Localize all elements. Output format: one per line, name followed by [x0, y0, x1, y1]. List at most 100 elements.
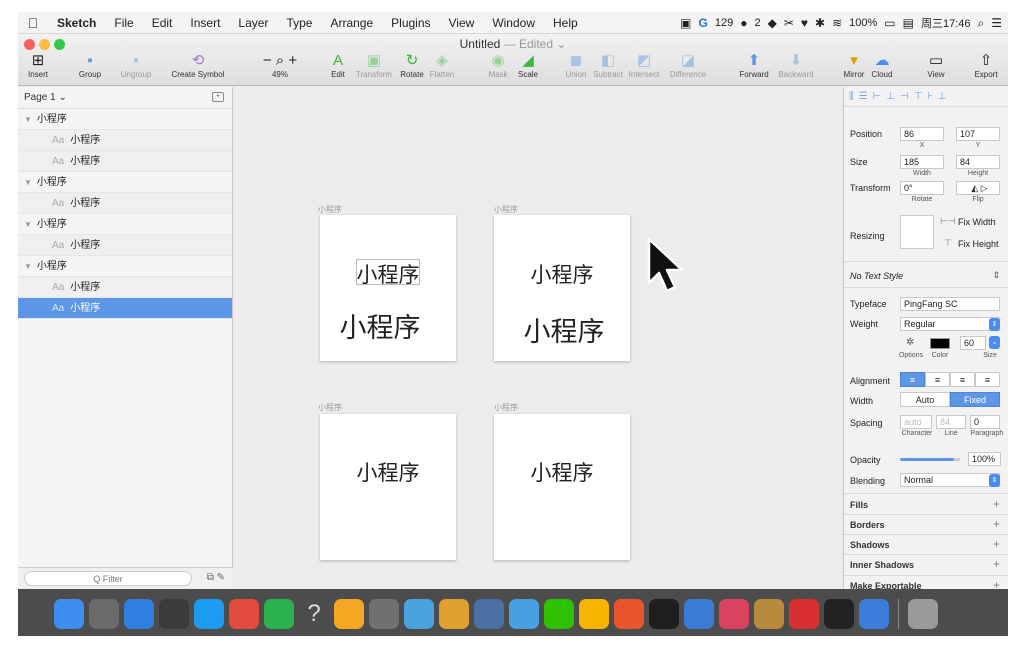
layer-text-row[interactable]: Aa 小程序	[18, 193, 232, 214]
itunes-icon[interactable]	[719, 599, 749, 629]
fix-height-label[interactable]: Fix Height	[958, 239, 999, 249]
maps-icon[interactable]	[509, 599, 539, 629]
menu-file[interactable]: File	[105, 16, 142, 30]
flip-buttons[interactable]: ◭ ▷	[956, 181, 1000, 195]
scissors-icon[interactable]: ✂	[784, 16, 794, 30]
layer-text-row[interactable]: Aa 小程序	[18, 277, 232, 298]
backward-button[interactable]: ⬇ Backward	[772, 52, 820, 79]
inner-shadows-section[interactable]: Inner Shadows	[850, 560, 914, 570]
bluetooth-icon[interactable]: ✱	[815, 16, 825, 30]
artboard[interactable]: 小程序	[494, 414, 630, 560]
filter-input[interactable]	[24, 571, 192, 586]
tweetbot-icon[interactable]	[404, 599, 434, 629]
text-align-justify-button[interactable]: ≡	[975, 372, 1000, 387]
wechat-icon[interactable]	[544, 599, 574, 629]
font-size-field[interactable]: 60	[960, 336, 986, 350]
wifi-icon[interactable]: ≋	[832, 16, 842, 30]
transform-button[interactable]: ▣ Transform	[351, 52, 397, 79]
disclosure-triangle-icon[interactable]: ▼	[24, 178, 32, 187]
netease-icon[interactable]	[789, 599, 819, 629]
menu-layer[interactable]: Layer	[229, 16, 277, 30]
photos-icon[interactable]	[334, 599, 364, 629]
trash-icon[interactable]	[908, 599, 938, 629]
hammer-icon[interactable]	[614, 599, 644, 629]
add-inner-shadow-icon[interactable]: +	[993, 557, 1000, 571]
artboard[interactable]: 小程序 小程序	[320, 215, 456, 361]
distribute-horizontal-icon[interactable]: ⫼	[849, 91, 854, 102]
scale-button[interactable]: ◢ Scale	[508, 52, 548, 79]
menu-app-sketch[interactable]: Sketch	[48, 16, 105, 30]
fix-width-icon[interactable]: ⊢⊣	[940, 216, 956, 227]
gear-icon[interactable]: ✲	[906, 337, 914, 348]
align-center-icon[interactable]: ⊥	[886, 91, 895, 102]
sketch-icon[interactable]	[579, 599, 609, 629]
menu-help[interactable]: Help	[544, 16, 587, 30]
cloud-button[interactable]: ☁ Cloud	[864, 52, 900, 79]
align-left-icon[interactable]: ⊢	[873, 91, 882, 102]
align-right-icon[interactable]: ⊣	[900, 91, 909, 102]
disclosure-triangle-icon[interactable]: ▼	[24, 220, 32, 229]
export-button[interactable]: ⇧ Export	[966, 52, 1006, 79]
menu-plugins[interactable]: Plugins	[382, 16, 439, 30]
artboard-label[interactable]: 小程序	[494, 402, 518, 413]
menu-edit[interactable]: Edit	[143, 16, 182, 30]
width-fixed-button[interactable]: Fixed	[950, 392, 1000, 407]
screen-record-icon[interactable]: ▣	[680, 16, 691, 30]
qq-status-icon[interactable]: ●	[740, 16, 747, 30]
artboard[interactable]: 小程序 小程序	[494, 215, 630, 361]
text-align-center-button[interactable]: ≡	[925, 372, 950, 387]
wechat-status-icon[interactable]: ◆	[768, 16, 777, 30]
terminal-icon[interactable]	[649, 599, 679, 629]
wechat-work-icon[interactable]	[264, 599, 294, 629]
artboard-label[interactable]: 小程序	[318, 402, 342, 413]
layer-tools-icon[interactable]: ⧉ ✎	[207, 572, 225, 583]
edited-indicator[interactable]: — Edited ⌄	[504, 37, 567, 51]
character-spacing-field[interactable]: auto	[900, 415, 932, 429]
paragraph-spacing-field[interactable]: 0	[970, 415, 1000, 429]
menu-view[interactable]: View	[440, 16, 484, 30]
artboard-text[interactable]: 小程序	[494, 457, 630, 487]
sequel-icon[interactable]	[439, 599, 469, 629]
artboard[interactable]: 小程序	[320, 414, 456, 560]
typeface-field[interactable]: PingFang SC	[900, 297, 1000, 311]
layer-group-row[interactable]: ▼ 小程序	[18, 256, 232, 277]
safari-icon[interactable]	[124, 599, 154, 629]
fix-height-icon[interactable]: ⊤	[944, 238, 952, 249]
clock[interactable]: 周三17:46	[921, 15, 971, 31]
notification-center-icon[interactable]: ☰	[991, 16, 1002, 30]
opacity-field[interactable]: 100%	[968, 452, 1001, 466]
disclosure-triangle-icon[interactable]: ▼	[24, 262, 32, 271]
subtract-button[interactable]: ◧ Subtract	[588, 52, 628, 79]
width-field[interactable]: 185	[900, 155, 944, 169]
forward-button[interactable]: ⬆ Forward	[732, 52, 776, 79]
battery-icon[interactable]: ▭	[884, 16, 895, 30]
preview-icon[interactable]	[684, 599, 714, 629]
layer-text-row[interactable]: Aa 小程序	[18, 151, 232, 172]
calculator-icon[interactable]	[159, 599, 189, 629]
position-y-field[interactable]: 107	[956, 127, 1000, 141]
chevron-updown-icon[interactable]: ⇕	[989, 474, 1000, 487]
line-spacing-field[interactable]: 84	[936, 415, 966, 429]
align-top-icon[interactable]: ⊤	[914, 91, 923, 102]
chrome-icon[interactable]	[229, 599, 259, 629]
resizing-widget[interactable]	[900, 215, 934, 249]
align-bottom-icon[interactable]: ⊥	[938, 91, 947, 102]
add-shadow-icon[interactable]: +	[993, 537, 1000, 551]
view-button[interactable]: ▭ View	[916, 52, 956, 79]
borders-section[interactable]: Borders	[850, 520, 885, 530]
add-page-icon[interactable]: +	[212, 92, 224, 102]
finder-alt-icon[interactable]	[859, 599, 889, 629]
qq-icon[interactable]	[194, 599, 224, 629]
width-auto-button[interactable]: Auto	[900, 392, 950, 407]
flatten-button[interactable]: ◈ Flatten	[422, 52, 462, 79]
add-fill-icon[interactable]: +	[993, 497, 1000, 511]
create-symbol-button[interactable]: ⟲ Create Symbol	[166, 52, 230, 79]
artboard-text[interactable]: 小程序	[312, 306, 448, 345]
finder-icon[interactable]	[54, 599, 84, 629]
canvas[interactable]: 小程序 小程序 小程序 小程序 小程序 小程序 小程序 小程序 小程序 小程序	[234, 87, 843, 589]
launchpad-icon[interactable]	[89, 599, 119, 629]
weight-select[interactable]: Regular	[900, 317, 1000, 331]
transmit-icon[interactable]	[754, 599, 784, 629]
layer-group-row[interactable]: ▼ 小程序	[18, 172, 232, 193]
artboard-label[interactable]: 小程序	[318, 204, 342, 215]
